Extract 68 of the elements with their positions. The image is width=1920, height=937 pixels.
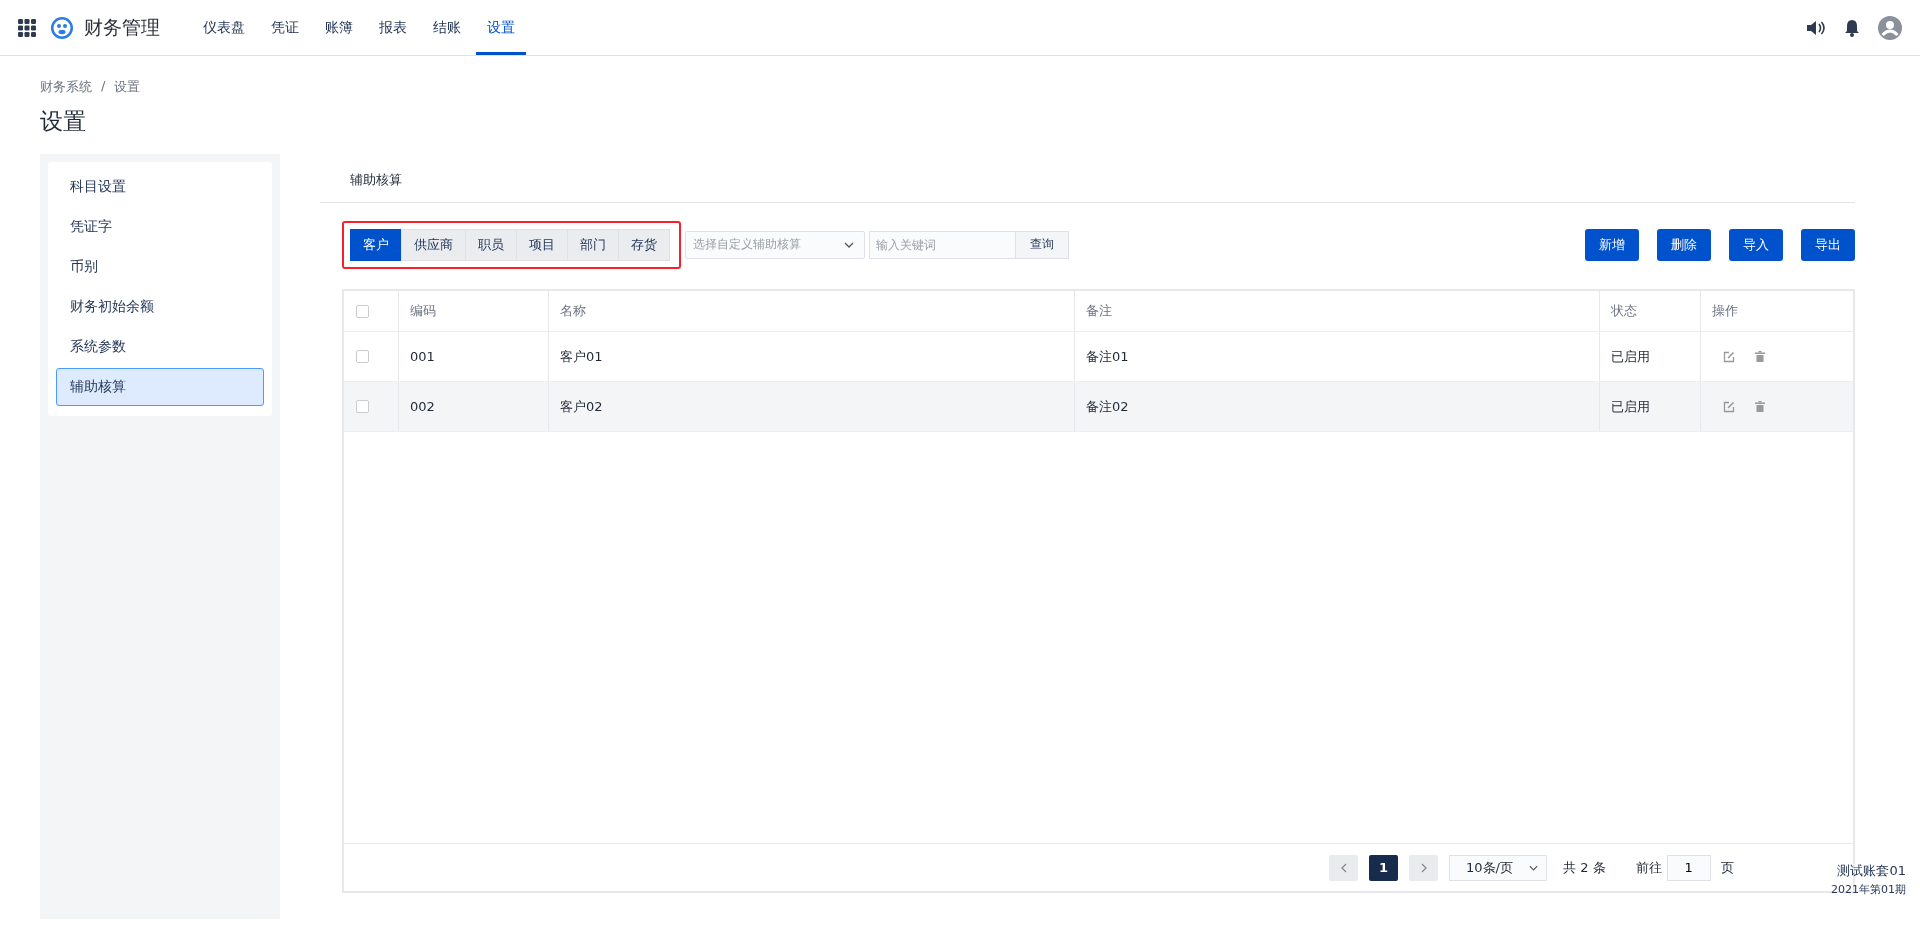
sidebar-item[interactable]: 币别 [56,248,264,286]
edit-icon[interactable] [1723,400,1735,413]
search-button[interactable]: 查询 [1016,230,1069,259]
chevron-left-icon [1340,862,1347,873]
nav-tab[interactable]: 仪表盘 [192,0,256,55]
sidebar-item[interactable]: 辅助核算 [56,368,264,406]
category-tab[interactable]: 供应商 [401,228,465,261]
nav-tab[interactable]: 结账 [422,0,472,55]
page-number-button[interactable]: 1 [1369,854,1398,881]
table-cell: 客户01 [560,347,603,366]
app-name: 财务管理 [84,14,160,40]
breadcrumb-item[interactable]: 设置 [114,78,141,96]
next-page-button[interactable] [1409,854,1438,881]
sidebar-item[interactable]: 科目设置 [56,168,264,206]
table-cell: 客户02 [560,397,603,416]
accounting-period: 2021年第01期 [1831,882,1906,897]
row-checkbox[interactable] [356,400,369,413]
action-button[interactable]: 新增 [1585,228,1639,261]
trash-icon[interactable] [1755,401,1765,412]
goto-label: 前往 [1635,858,1662,877]
page-size-select[interactable]: 10条/页 [1449,854,1547,881]
nav-tab[interactable]: 报表 [368,0,418,55]
sidebar-item[interactable]: 凭证字 [56,208,264,246]
chevron-down-icon [1529,864,1538,871]
action-button[interactable]: 导出 [1801,228,1855,261]
column-header: 名称 [560,302,586,320]
row-checkbox[interactable] [356,350,369,363]
chevron-right-icon [1420,862,1427,873]
edit-icon[interactable] [1723,350,1735,363]
keyword-input-field[interactable]: 输入关键词 [869,230,1016,259]
nav-tab[interactable]: 凭证 [260,0,310,55]
table-cell: 已启用 [1611,397,1650,416]
sidebar-item[interactable]: 财务初始余额 [56,288,264,326]
action-button[interactable]: 导入 [1729,228,1783,261]
action-button[interactable]: 删除 [1657,228,1711,261]
category-tab[interactable]: 项目 [516,228,567,261]
goto-page-field[interactable]: 1 [1666,854,1711,881]
column-header: 状态 [1611,302,1637,320]
page-title: 设置 [40,107,87,136]
account-name: 测试账套01 [1837,862,1906,880]
sidebar-item[interactable]: 系统参数 [56,328,264,366]
bell-icon[interactable] [1844,18,1860,37]
column-header: 编码 [410,302,436,320]
app-grid-icon[interactable] [18,18,36,37]
category-tab[interactable]: 客户 [350,228,401,261]
user-avatar-icon[interactable] [1878,15,1902,40]
category-tab[interactable]: 职员 [465,228,516,261]
column-header: 操作 [1712,302,1738,320]
speaker-icon[interactable] [1806,18,1826,37]
trash-icon[interactable] [1755,351,1765,362]
table-cell: 001 [410,349,435,364]
table-cell: 备注02 [1086,397,1129,416]
table-cell: 002 [410,399,435,414]
chevron-down-icon [844,241,854,248]
column-header: 备注 [1086,302,1112,320]
nav-tab[interactable]: 设置 [476,0,526,55]
page-suffix: 页 [1720,858,1734,877]
table-cell: 备注01 [1086,347,1129,366]
total-count: 共 2 条 [1563,858,1606,877]
header-checkbox[interactable] [356,304,369,318]
category-tab[interactable]: 存货 [618,228,670,261]
nav-tab[interactable]: 账簿 [314,0,364,55]
section-tab[interactable]: 辅助核算 [350,170,402,189]
previous-page-button[interactable] [1329,854,1358,881]
category-tab[interactable]: 部门 [567,228,618,261]
table-cell: 已启用 [1611,347,1650,366]
breadcrumb-separator: / [101,78,106,95]
breadcrumb-item[interactable]: 财务系统 [40,78,92,96]
